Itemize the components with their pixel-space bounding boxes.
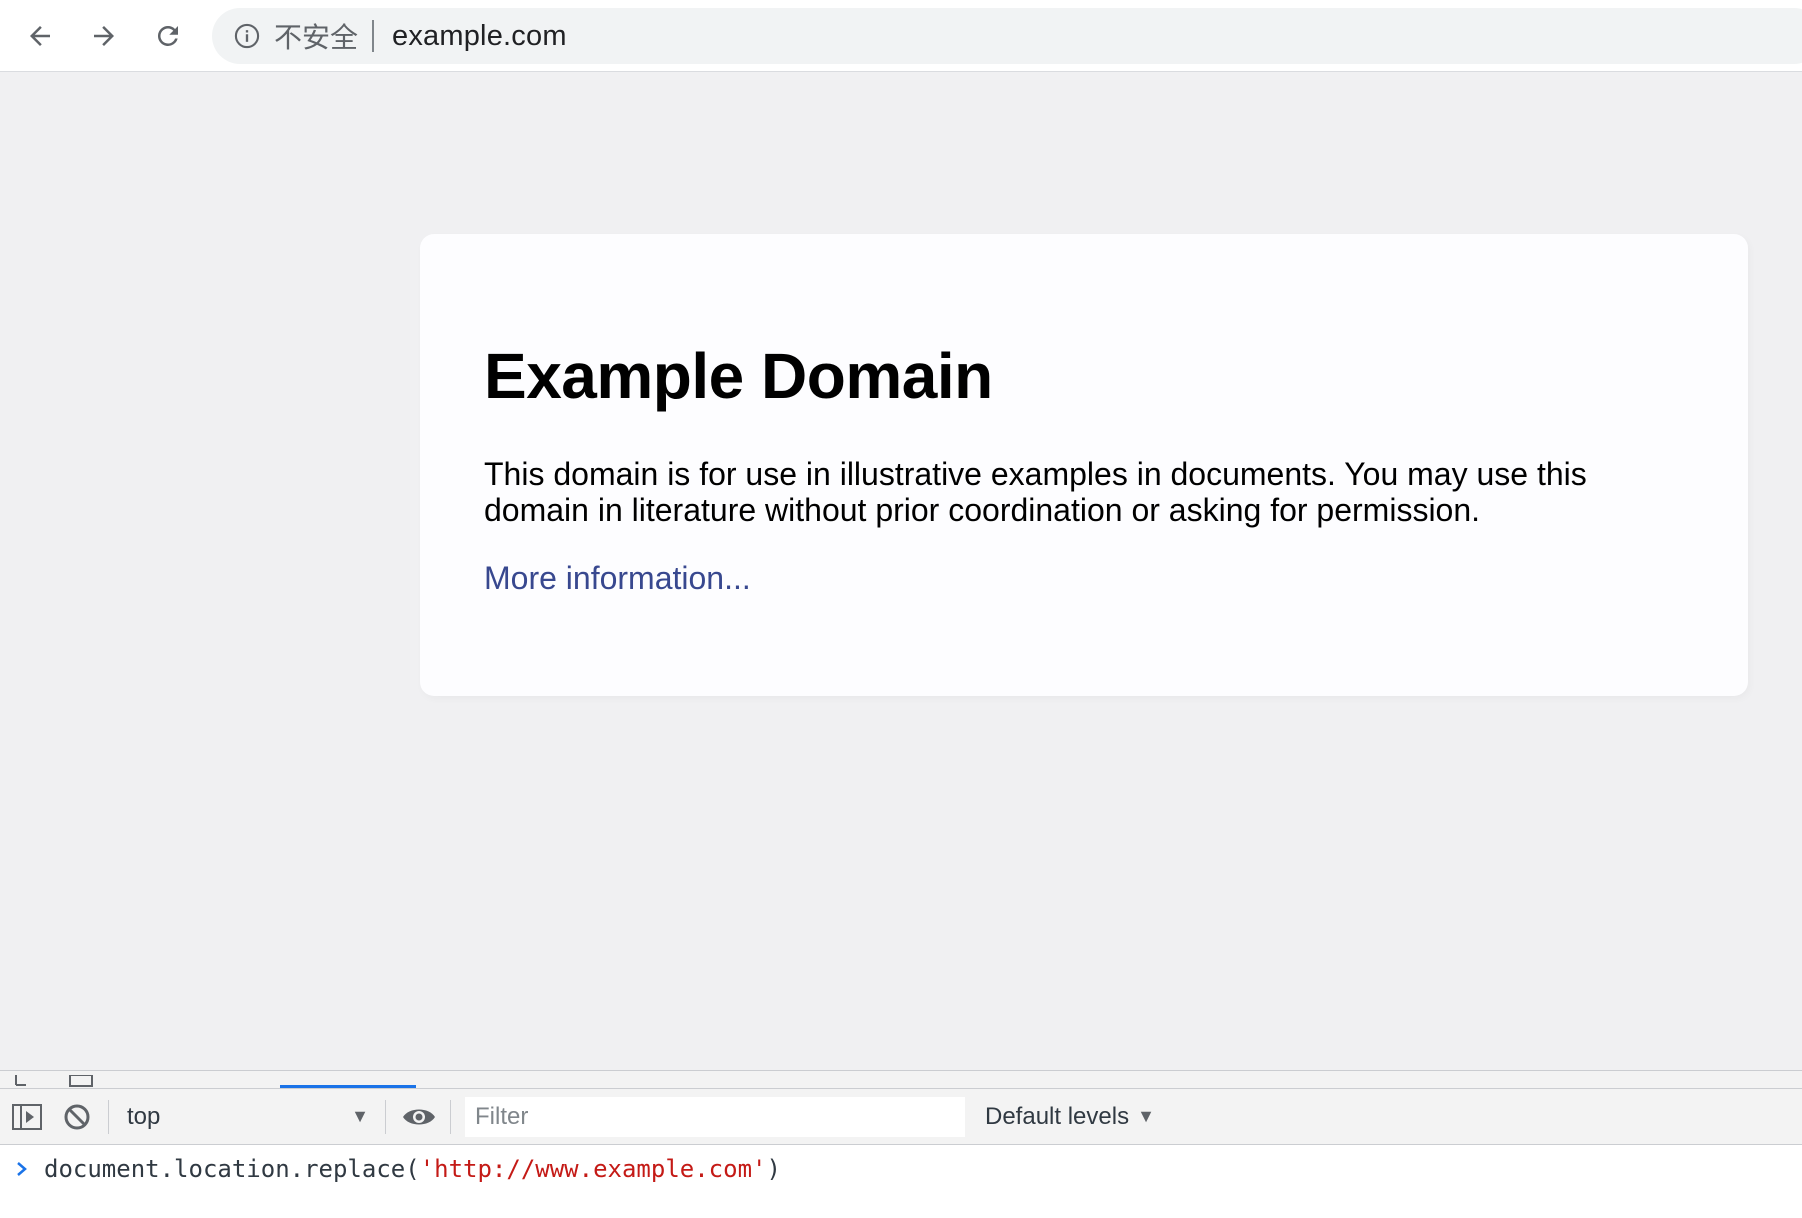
back-button[interactable]: [18, 14, 62, 58]
content-card: Example Domain This domain is for use in…: [420, 234, 1748, 696]
security-label[interactable]: 不安全: [274, 16, 358, 56]
more-information-link[interactable]: More information...: [484, 560, 751, 596]
console-code-string: 'http://www.example.com': [419, 1155, 767, 1183]
tab-console-indicator[interactable]: [280, 1085, 416, 1088]
eye-icon: [403, 1109, 435, 1124]
address-bar[interactable]: 不安全 example.com: [212, 8, 1802, 64]
console-command[interactable]: document.location.replace('http://www.ex…: [44, 1155, 781, 1183]
reload-button[interactable]: [146, 14, 190, 58]
execution-context-select[interactable]: top ▼: [109, 1097, 385, 1137]
clear-console-button[interactable]: [60, 1100, 94, 1134]
info-icon[interactable]: [232, 21, 262, 51]
live-expression-button[interactable]: [402, 1100, 436, 1134]
reload-icon: [157, 25, 178, 46]
inspect-element-icon[interactable]: [14, 1075, 40, 1087]
chevron-right-icon: [0, 1160, 44, 1178]
arrow-right-icon: [94, 26, 114, 46]
clear-console-icon: [64, 1104, 90, 1129]
log-levels-select[interactable]: Default levels ▼: [985, 1103, 1155, 1131]
console-code-prefix: document.location.replace(: [44, 1155, 420, 1183]
sidebar-toggle-icon: [12, 1103, 42, 1130]
forward-button[interactable]: [82, 14, 126, 58]
show-sidebar-button[interactable]: [10, 1100, 44, 1134]
page-viewport: Example Domain This domain is for use in…: [0, 72, 1802, 1070]
page-description: This domain is for use in illustrative e…: [484, 456, 1587, 528]
console-filter-input[interactable]: [465, 1096, 965, 1137]
toolbar-divider: [385, 1099, 386, 1134]
arrow-left-icon: [30, 26, 50, 46]
toolbar-divider: [450, 1099, 451, 1134]
log-levels-value: Default levels: [985, 1102, 1130, 1130]
dropdown-arrow-icon: ▼: [351, 1106, 369, 1126]
console-input-line[interactable]: document.location.replace('http://www.ex…: [0, 1147, 1802, 1191]
console-code-suffix: ): [766, 1155, 781, 1183]
dropdown-arrow-icon: ▼: [1137, 1106, 1155, 1126]
address-separator: [372, 20, 375, 52]
execution-context-value: top: [127, 1102, 161, 1130]
page-title: Example Domain: [484, 340, 993, 412]
devtools-panel: top ▼ Default levels ▼ document.location…: [0, 1070, 1802, 1218]
device-toolbar-icon[interactable]: [68, 1075, 94, 1087]
browser-toolbar: 不安全 example.com: [0, 0, 1802, 72]
devtools-tab-bar: [0, 1071, 1802, 1089]
url-text[interactable]: example.com: [392, 20, 567, 53]
console-toolbar: top ▼ Default levels ▼: [0, 1089, 1802, 1145]
